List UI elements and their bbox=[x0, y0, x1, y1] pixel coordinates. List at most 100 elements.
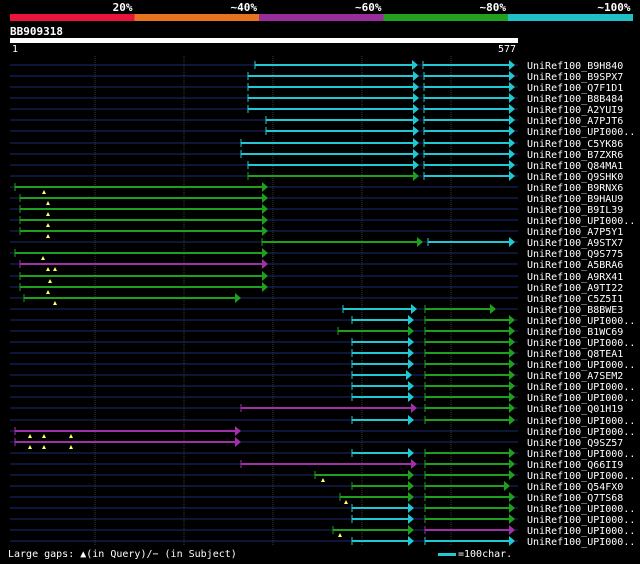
hit-label[interactable]: UniRef100_B9HAU9 bbox=[527, 194, 623, 205]
hit-label[interactable]: UniRef100_UPI000.. bbox=[527, 449, 635, 460]
hit-row[interactable]: UniRef100_B8B484 bbox=[10, 93, 623, 105]
hit-label[interactable]: UniRef100_UPI000.. bbox=[527, 526, 635, 537]
hit-segment bbox=[424, 175, 510, 177]
hit-label[interactable]: UniRef100_UPI000.. bbox=[527, 216, 635, 227]
hit-label[interactable]: UniRef100_B9H840 bbox=[527, 61, 623, 72]
hit-row[interactable]: UniRef100_B9HAU9 bbox=[10, 193, 623, 205]
hit-row[interactable]: UniRef100_A9TI22 bbox=[10, 282, 623, 294]
hit-label[interactable]: UniRef100_Q9S775 bbox=[527, 249, 623, 260]
hit-row[interactable]: UniRef100_Q66II9 bbox=[10, 459, 623, 471]
hit-arrowhead bbox=[408, 337, 414, 347]
hit-row[interactable]: UniRef100_A5BRA6 bbox=[10, 259, 623, 271]
hit-arrowhead bbox=[413, 71, 419, 81]
hit-label[interactable]: UniRef100_B9IL39 bbox=[527, 205, 623, 216]
hit-segment bbox=[20, 275, 263, 277]
hit-row[interactable]: UniRef100_A2YUI9 bbox=[10, 104, 623, 116]
hit-label[interactable]: UniRef100_UPI000.. bbox=[527, 416, 635, 427]
hit-row[interactable]: UniRef100_Q7F1D1 bbox=[10, 82, 623, 94]
hit-row[interactable]: UniRef100_UPI000.. bbox=[10, 381, 635, 393]
hit-row[interactable]: UniRef100_A9RX41 bbox=[10, 271, 623, 283]
hit-label[interactable]: UniRef100_A7PJT6 bbox=[527, 116, 623, 127]
hit-row[interactable]: UniRef100_B9SPX7 bbox=[10, 71, 623, 83]
hit-row[interactable]: UniRef100_UPI000.. bbox=[10, 525, 635, 537]
hit-row[interactable]: UniRef100_B8BWE3 bbox=[10, 304, 623, 316]
hit-row[interactable]: UniRef100_Q54FX0 bbox=[10, 481, 623, 493]
hit-row[interactable]: UniRef100_UPI000.. bbox=[10, 536, 635, 548]
hit-label[interactable]: UniRef100_B7ZXR6 bbox=[527, 150, 623, 161]
hit-row[interactable]: UniRef100_UPI000.. bbox=[10, 415, 635, 427]
hit-arrowhead bbox=[509, 326, 515, 336]
hit-label[interactable]: UniRef100_UPI000.. bbox=[527, 127, 635, 138]
hit-row[interactable]: UniRef100_UPI000.. bbox=[10, 503, 635, 515]
hit-label[interactable]: UniRef100_UPI000.. bbox=[527, 393, 635, 404]
hit-label[interactable]: UniRef100_Q8TEA1 bbox=[527, 349, 623, 360]
hit-label[interactable]: UniRef100_UPI000.. bbox=[527, 316, 635, 327]
hit-row[interactable]: UniRef100_UPI000.. bbox=[10, 470, 635, 482]
hit-row[interactable]: UniRef100_B9H840 bbox=[10, 60, 623, 72]
hit-label[interactable]: UniRef100_B8B484 bbox=[527, 94, 623, 105]
hit-label[interactable]: UniRef100_A9STX7 bbox=[527, 238, 623, 249]
hit-row[interactable]: UniRef100_C5Z5I1 bbox=[10, 293, 623, 305]
hit-label[interactable]: UniRef100_Q7TS68 bbox=[527, 493, 623, 504]
hit-label[interactable]: UniRef100_B9RNX6 bbox=[527, 183, 623, 194]
hit-row[interactable]: UniRef100_A7P5Y1 bbox=[10, 226, 623, 238]
hit-label[interactable]: UniRef100_Q01H19 bbox=[527, 404, 623, 415]
hit-row[interactable]: UniRef100_Q7TS68 bbox=[10, 492, 623, 504]
hit-row[interactable]: UniRef100_UPI000.. bbox=[10, 337, 635, 349]
hit-label[interactable]: UniRef100_UPI000.. bbox=[527, 515, 635, 526]
hit-row[interactable]: UniRef100_Q9S775 bbox=[10, 248, 623, 260]
hit-label[interactable]: UniRef100_C5YK86 bbox=[527, 139, 623, 150]
hit-label[interactable]: UniRef100_UPI000.. bbox=[527, 360, 635, 371]
hit-row[interactable]: UniRef100_B1WC69 bbox=[10, 326, 623, 338]
hit-row[interactable]: UniRef100_UPI000.. bbox=[10, 426, 635, 438]
hit-label[interactable]: UniRef100_C5Z5I1 bbox=[527, 294, 623, 305]
hit-row[interactable]: UniRef100_B7ZXR6 bbox=[10, 149, 623, 161]
hit-row[interactable]: UniRef100_UPI000.. bbox=[10, 359, 635, 371]
hit-arrowhead bbox=[262, 215, 268, 225]
hit-label[interactable]: UniRef100_Q84MA1 bbox=[527, 161, 623, 172]
hit-label[interactable]: UniRef100_UPI000.. bbox=[527, 504, 635, 515]
hit-label[interactable]: UniRef100_A9RX41 bbox=[527, 272, 623, 283]
hit-row[interactable]: UniRef100_C5YK86 bbox=[10, 138, 623, 150]
hit-row[interactable]: UniRef100_UPI000.. bbox=[10, 126, 635, 138]
hit-label[interactable]: UniRef100_B1WC69 bbox=[527, 327, 623, 338]
hit-row[interactable]: UniRef100_UPI000.. bbox=[10, 315, 635, 327]
hit-row[interactable]: UniRef100_A7SEM2 bbox=[10, 370, 623, 382]
hit-row[interactable]: UniRef100_B9IL39 bbox=[10, 204, 623, 216]
hit-row[interactable]: UniRef100_UPI000.. bbox=[10, 392, 635, 404]
hit-row[interactable]: UniRef100_Q9SHK0 bbox=[10, 171, 623, 183]
hit-label[interactable]: UniRef100_B8BWE3 bbox=[527, 305, 623, 316]
scale-label: ~100% bbox=[597, 1, 630, 14]
hit-row[interactable]: UniRef100_UPI000.. bbox=[10, 215, 635, 227]
hit-segment bbox=[20, 197, 263, 199]
hit-label[interactable]: UniRef100_Q9SZ57 bbox=[527, 438, 623, 449]
hit-arrowhead bbox=[408, 492, 414, 502]
hit-row[interactable]: UniRef100_UPI000.. bbox=[10, 448, 635, 460]
hit-segment bbox=[20, 230, 263, 232]
hit-row[interactable]: UniRef100_UPI000.. bbox=[10, 514, 635, 526]
hit-label[interactable]: UniRef100_UPI000.. bbox=[527, 537, 635, 548]
hit-label[interactable]: UniRef100_A2YUI9 bbox=[527, 105, 623, 116]
hit-label[interactable]: UniRef100_A7P5Y1 bbox=[527, 227, 623, 238]
hit-label[interactable]: UniRef100_Q9SHK0 bbox=[527, 172, 623, 183]
hit-row[interactable]: UniRef100_A7PJT6 bbox=[10, 115, 623, 127]
hit-row[interactable]: UniRef100_Q84MA1 bbox=[10, 160, 623, 172]
hit-label[interactable]: UniRef100_UPI000.. bbox=[527, 471, 635, 482]
hit-row[interactable]: UniRef100_Q8TEA1 bbox=[10, 348, 623, 360]
hit-label[interactable]: UniRef100_A5BRA6 bbox=[527, 260, 623, 271]
hit-arrowhead bbox=[509, 171, 515, 181]
hit-row[interactable]: UniRef100_Q9SZ57 bbox=[10, 437, 623, 449]
hit-label[interactable]: UniRef100_Q7F1D1 bbox=[527, 83, 623, 94]
hit-label[interactable]: UniRef100_B9SPX7 bbox=[527, 72, 623, 83]
hit-segment bbox=[20, 219, 263, 221]
hit-label[interactable]: UniRef100_UPI000.. bbox=[527, 338, 635, 349]
hit-label[interactable]: UniRef100_UPI000.. bbox=[527, 427, 635, 438]
hit-row[interactable]: UniRef100_A9STX7 bbox=[10, 237, 623, 249]
hit-label[interactable]: UniRef100_Q66II9 bbox=[527, 460, 623, 471]
hit-row[interactable]: UniRef100_B9RNX6 bbox=[10, 182, 623, 194]
hit-label[interactable]: UniRef100_Q54FX0 bbox=[527, 482, 623, 493]
hit-label[interactable]: UniRef100_A7SEM2 bbox=[527, 371, 623, 382]
hit-row[interactable]: UniRef100_Q01H19 bbox=[10, 403, 623, 415]
hit-label[interactable]: UniRef100_UPI000.. bbox=[527, 382, 635, 393]
hit-label[interactable]: UniRef100_A9TI22 bbox=[527, 283, 623, 294]
